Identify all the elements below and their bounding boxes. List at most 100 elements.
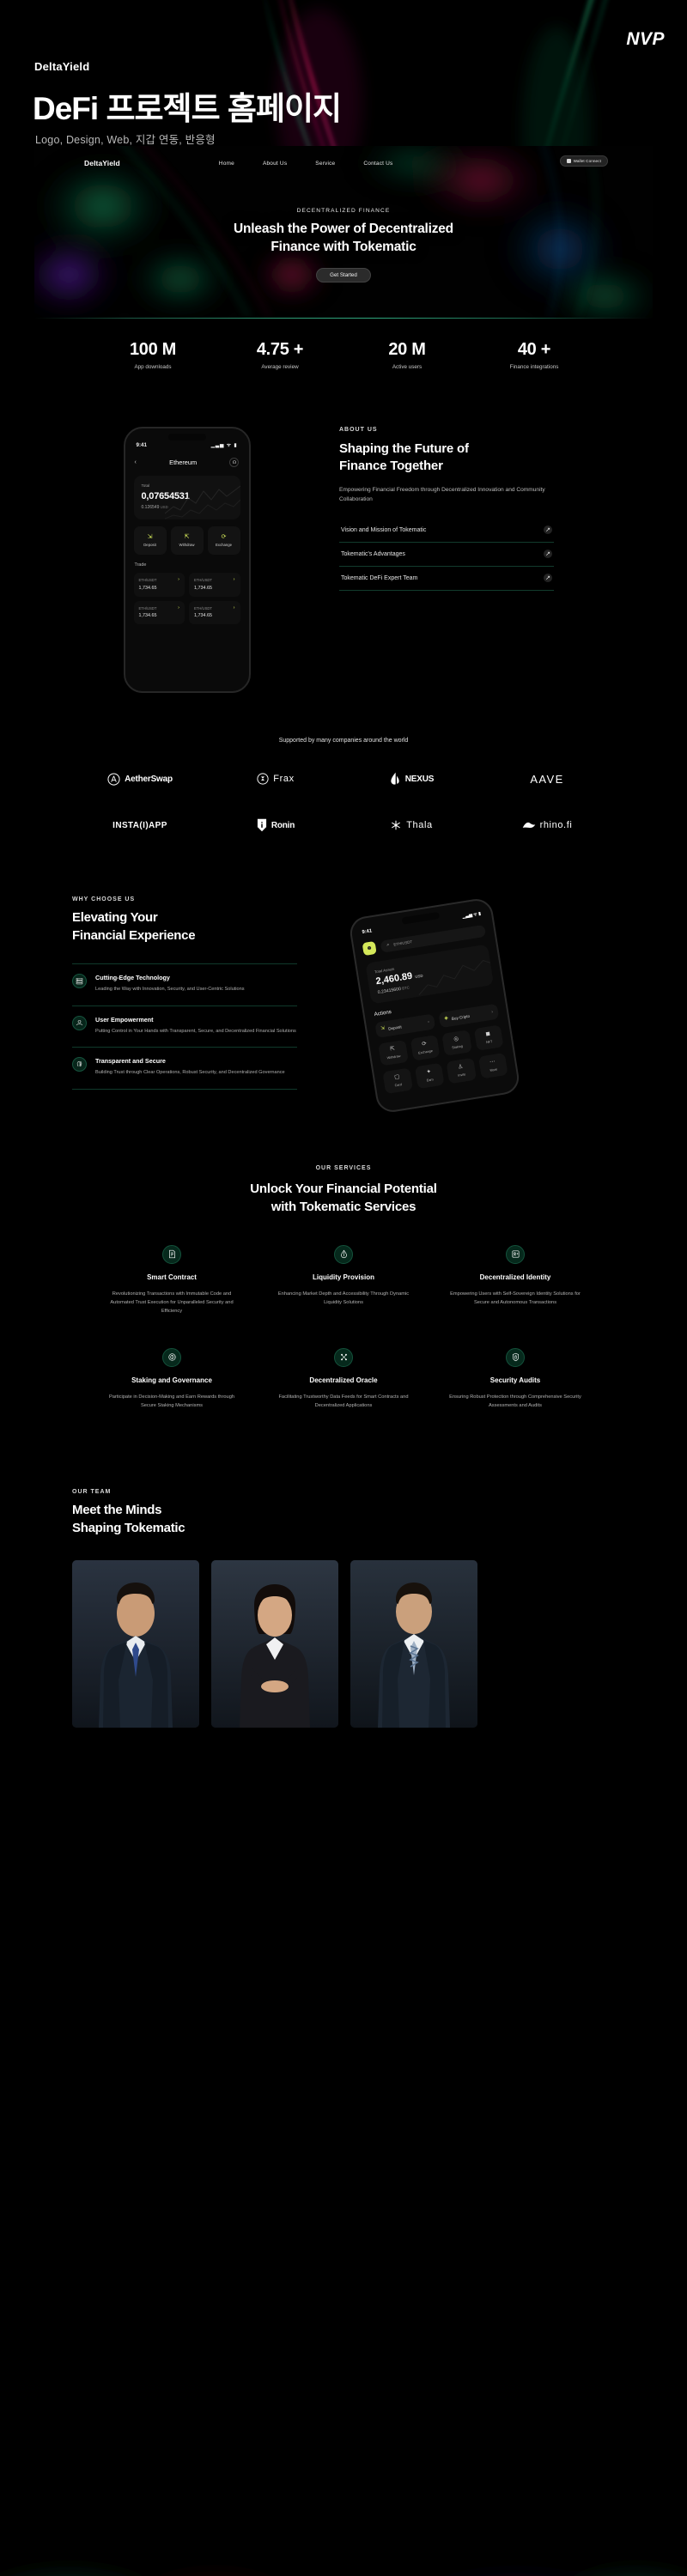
stat-item: 100 M App downloads — [112, 340, 193, 370]
wallet-connect-button[interactable]: Wallet Connect — [559, 155, 608, 167]
trade-price: 1,734.65 — [138, 585, 157, 591]
stat-label: Active users — [392, 364, 423, 370]
partner-logo-nexus: NEXUS — [344, 766, 479, 792]
deposit-icon: ⇲ — [380, 1025, 386, 1032]
team-grid — [72, 1559, 653, 1728]
hero-headline: Unleash the Power of Decentralized Finan… — [34, 221, 653, 257]
feature-desc: Leading the Way with Innovation, Securit… — [95, 987, 245, 993]
team-member-card — [211, 1559, 338, 1728]
stats-section: 100 M App downloads 4.75 + Average revie… — [34, 318, 653, 386]
nav-logo[interactable]: DeltaYield — [84, 159, 120, 167]
tile-invite[interactable]: ♙ Invite — [446, 1057, 477, 1084]
nav-link-contact-us[interactable]: Contact Us — [363, 161, 392, 167]
team-member-card — [350, 1559, 477, 1728]
phone-mockup-assets: 9:41 ▁▃▅ ᯤ ▮ ☻ ⌕ ETH/USDT Total Assets 2… — [348, 896, 521, 1115]
team-member-photo — [350, 1559, 477, 1728]
website-mockup: DeltaYield Home About Us Service Contact… — [34, 146, 653, 2550]
about-phone-column: 9:41 ▁▃▅ ᯤ ▮ ‹ Ethereum ☊ Total 0,076545… — [34, 427, 339, 693]
services-heading-line-2: with Tokematic Services — [271, 1199, 416, 1214]
tile-nft[interactable]: ◼ NFT — [473, 1024, 504, 1051]
action-deposit[interactable]: ⇲ Deposit — [133, 526, 167, 555]
back-icon[interactable]: ‹ — [135, 459, 137, 465]
service-title: Staking and Governance — [131, 1376, 212, 1384]
site-navbar: DeltaYield Home About Us Service Contact… — [34, 146, 653, 180]
avatar[interactable]: ☻ — [362, 940, 377, 957]
action-exchange[interactable]: ⟳ Exchange — [207, 526, 240, 555]
rhino-mark-icon — [522, 821, 536, 829]
trade-tile[interactable]: ETH/USDT › 1,734.65 — [133, 573, 185, 597]
why-text-column: WHY CHOOSE US Elevating Your Financial E… — [34, 896, 344, 1090]
tile-label: Earn — [426, 1078, 435, 1083]
feature-item-user-empowerment: User Empowerment Putting Control in Your… — [72, 1006, 297, 1048]
action-deposit[interactable]: ⇲ Deposit › — [374, 1013, 436, 1038]
action-label: Withdraw — [179, 543, 195, 547]
hero-section: DeltaYield Home About Us Service Contact… — [34, 146, 653, 318]
partner-name: rhino.fi — [539, 820, 573, 830]
accordion-item-advantages[interactable]: Tokematic's Advantages ↗ — [339, 543, 554, 568]
accordion-item-vision-mission[interactable]: Vision and Mission of Tokematic ↗ — [339, 519, 554, 544]
nav-link-about-us[interactable]: About Us — [263, 161, 287, 167]
phone-header: ‹ Ethereum ☊ — [125, 448, 249, 467]
stat-value: 100 M — [129, 340, 177, 359]
assets-amount: 2,460.89 — [374, 970, 414, 987]
partner-name: NEXUS — [404, 774, 435, 784]
tile-staking[interactable]: ◎ Staking — [441, 1030, 472, 1056]
page-title: DeFi 프로젝트 홈페이지 — [33, 91, 342, 126]
about-section: 9:41 ▁▃▅ ᯤ ▮ ‹ Ethereum ☊ Total 0,076545… — [34, 386, 653, 693]
action-buy-cripto[interactable]: ◈ Buy Cripto › — [438, 1003, 500, 1029]
stat-value: 20 M — [388, 340, 426, 359]
invite-icon: ♙ — [457, 1063, 464, 1071]
partner-logo-rhinofi: rhino.fi — [479, 812, 615, 838]
trade-tile[interactable]: ETH/USDT › 1,734.65 — [189, 600, 240, 624]
nav-link-service[interactable]: Service — [315, 161, 335, 167]
service-desc: Enhancing Market Depth and Accessibility… — [277, 1291, 410, 1305]
services-kicker: OUR SERVICES — [315, 1164, 372, 1171]
support-headset-icon[interactable]: ☊ — [229, 458, 240, 467]
stat-item: 40 + Finance integrations — [494, 340, 575, 370]
trade-pair: ETH/USDT — [194, 605, 212, 611]
wallet-icon — [566, 159, 571, 163]
accordion-label: Tokematic DeFi Expert Team — [341, 574, 418, 581]
deposit-icon: ⇲ — [147, 534, 153, 540]
action-withdraw[interactable]: ⇱ Withdraw — [170, 526, 204, 555]
chevron-right-icon: › — [233, 605, 235, 611]
tile-card[interactable]: ▢ Card — [382, 1067, 413, 1095]
tile-exchange[interactable]: ⟳ Exchange — [410, 1035, 441, 1061]
tile-label: Card — [394, 1082, 403, 1088]
team-heading-line-1: Meet the Minds — [72, 1503, 162, 1518]
trade-pair: ETH/USDT — [194, 578, 212, 583]
trade-tile[interactable]: ETH/USDT › 1,734.65 — [133, 600, 185, 624]
nft-icon: ◼ — [485, 1030, 491, 1038]
service-desc: Facilitating Trustworthy Data Feeds for … — [278, 1394, 409, 1409]
status-time: 9:41 — [136, 441, 147, 448]
thala-star-icon — [390, 819, 402, 831]
balance-card: Total 0,07654531 0.126549 USD — [133, 476, 240, 519]
coin-stake-icon — [162, 1347, 181, 1367]
network-nodes-icon — [334, 1347, 353, 1367]
partner-name: Frax — [273, 774, 295, 784]
chevron-right-icon: › — [178, 605, 179, 611]
service-title: Decentralized Oracle — [309, 1376, 378, 1384]
trade-tile[interactable]: ETH/USDT › 1,734.65 — [189, 573, 240, 597]
why-kicker: WHY CHOOSE US — [72, 896, 136, 902]
contract-document-icon — [162, 1244, 181, 1264]
phone-mockup-ethereum: 9:41 ▁▃▅ ᯤ ▮ ‹ Ethereum ☊ Total 0,076545… — [123, 427, 251, 693]
id-card-icon — [506, 1244, 525, 1264]
partners-caption: Supported by many companies around the w… — [278, 738, 409, 744]
aetherswap-mark-icon — [107, 772, 120, 786]
partner-logo-aave: AAVE — [479, 766, 615, 792]
get-started-button[interactable]: Get Started — [316, 267, 371, 283]
team-member-photo — [211, 1559, 338, 1728]
service-card-decentralized-identity: Decentralized Identity Empowering Users … — [429, 1244, 601, 1315]
tile-earn[interactable]: ✦ Earn — [414, 1062, 445, 1090]
feature-title: Transparent and Secure — [95, 1057, 166, 1066]
accordion-item-expert-team[interactable]: Tokematic DeFi Expert Team ↗ — [339, 567, 554, 592]
stat-value: 4.75 + — [256, 340, 304, 359]
partner-name: Ronin — [271, 820, 295, 830]
tile-withdraw[interactable]: ⇱ Withdraw — [378, 1039, 409, 1066]
tile-more[interactable]: ⋯ More — [477, 1052, 508, 1079]
nav-link-home[interactable]: Home — [219, 161, 234, 167]
why-heading-line-2: Financial Experience — [72, 927, 196, 943]
accordion-label: Tokematic's Advantages — [341, 550, 405, 557]
feature-desc: Putting Control in Your Hands with Trans… — [95, 1028, 296, 1034]
